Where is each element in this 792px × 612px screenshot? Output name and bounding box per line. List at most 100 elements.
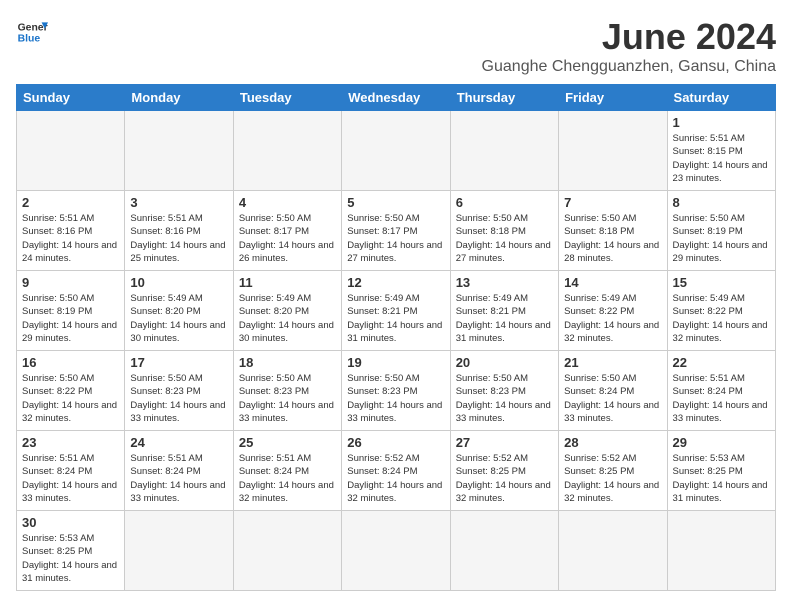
calendar-week-4: 16 Sunrise: 5:50 AM Sunset: 8:22 PM Dayli… bbox=[17, 351, 776, 431]
day-number: 7 bbox=[564, 195, 661, 210]
day-number: 22 bbox=[673, 355, 770, 370]
calendar-cell: 28 Sunrise: 5:52 AM Sunset: 8:25 PM Dayli… bbox=[559, 431, 667, 511]
day-number: 3 bbox=[130, 195, 227, 210]
day-number: 4 bbox=[239, 195, 336, 210]
calendar-cell: 16 Sunrise: 5:50 AM Sunset: 8:22 PM Dayli… bbox=[17, 351, 125, 431]
calendar-cell: 19Sunrise: 5:50 AM Sunset: 8:23 PM Dayli… bbox=[342, 351, 450, 431]
calendar-cell: 25 Sunrise: 5:51 AM Sunset: 8:24 PM Dayli… bbox=[233, 431, 341, 511]
weekday-header-saturday: Saturday bbox=[667, 85, 775, 111]
weekday-header-row: SundayMondayTuesdayWednesdayThursdayFrid… bbox=[17, 85, 776, 111]
calendar-cell: 26 Sunrise: 5:52 AM Sunset: 8:24 PM Dayli… bbox=[342, 431, 450, 511]
day-number: 21 bbox=[564, 355, 661, 370]
calendar-table: SundayMondayTuesdayWednesdayThursdayFrid… bbox=[16, 84, 776, 591]
day-info: Sunrise: 5:51 AM Sunset: 8:24 PM Dayligh… bbox=[239, 452, 336, 505]
day-info: Sunrise: 5:49 AM Sunset: 8:22 PM Dayligh… bbox=[564, 292, 661, 345]
calendar-week-2: 2Sunrise: 5:51 AM Sunset: 8:16 PM Daylig… bbox=[17, 191, 776, 271]
day-info: Sunrise: 5:49 AM Sunset: 8:20 PM Dayligh… bbox=[239, 292, 336, 345]
calendar-cell: 2Sunrise: 5:51 AM Sunset: 8:16 PM Daylig… bbox=[17, 191, 125, 271]
calendar-cell: 1 Sunrise: 5:51 AM Sunset: 8:15 PM Daylig… bbox=[667, 111, 775, 191]
day-info: Sunrise: 5:50 AM Sunset: 8:17 PM Dayligh… bbox=[347, 212, 444, 265]
day-number: 5 bbox=[347, 195, 444, 210]
calendar-cell: 3Sunrise: 5:51 AM Sunset: 8:16 PM Daylig… bbox=[125, 191, 233, 271]
day-info: Sunrise: 5:53 AM Sunset: 8:25 PM Dayligh… bbox=[22, 532, 119, 585]
day-info: Sunrise: 5:50 AM Sunset: 8:23 PM Dayligh… bbox=[347, 372, 444, 425]
calendar-cell: 21Sunrise: 5:50 AM Sunset: 8:24 PM Dayli… bbox=[559, 351, 667, 431]
calendar-cell: 8Sunrise: 5:50 AM Sunset: 8:19 PM Daylig… bbox=[667, 191, 775, 271]
day-number: 11 bbox=[239, 275, 336, 290]
generalblue-icon: General Blue bbox=[16, 16, 48, 48]
calendar-cell: 10 Sunrise: 5:49 AM Sunset: 8:20 PM Dayli… bbox=[125, 271, 233, 351]
day-info: Sunrise: 5:50 AM Sunset: 8:19 PM Dayligh… bbox=[673, 212, 770, 265]
calendar-cell bbox=[559, 111, 667, 191]
calendar-cell bbox=[125, 111, 233, 191]
day-number: 18 bbox=[239, 355, 336, 370]
calendar-cell bbox=[450, 511, 558, 591]
weekday-header-tuesday: Tuesday bbox=[233, 85, 341, 111]
calendar-cell: 15Sunrise: 5:49 AM Sunset: 8:22 PM Dayli… bbox=[667, 271, 775, 351]
calendar-cell: 22Sunrise: 5:51 AM Sunset: 8:24 PM Dayli… bbox=[667, 351, 775, 431]
day-info: Sunrise: 5:50 AM Sunset: 8:18 PM Dayligh… bbox=[564, 212, 661, 265]
day-number: 24 bbox=[130, 435, 227, 450]
day-info: Sunrise: 5:49 AM Sunset: 8:20 PM Dayligh… bbox=[130, 292, 227, 345]
calendar-cell bbox=[342, 511, 450, 591]
calendar-cell bbox=[559, 511, 667, 591]
calendar-cell: 11 Sunrise: 5:49 AM Sunset: 8:20 PM Dayli… bbox=[233, 271, 341, 351]
day-number: 28 bbox=[564, 435, 661, 450]
day-number: 25 bbox=[239, 435, 336, 450]
calendar-cell bbox=[342, 111, 450, 191]
day-number: 27 bbox=[456, 435, 553, 450]
day-number: 29 bbox=[673, 435, 770, 450]
day-number: 17 bbox=[130, 355, 227, 370]
weekday-header-thursday: Thursday bbox=[450, 85, 558, 111]
calendar-cell bbox=[450, 111, 558, 191]
day-info: Sunrise: 5:51 AM Sunset: 8:24 PM Dayligh… bbox=[130, 452, 227, 505]
title-block: June 2024 Guanghe Chengguanzhen, Gansu, … bbox=[482, 16, 776, 76]
calendar-cell: 13 Sunrise: 5:49 AM Sunset: 8:21 PM Dayli… bbox=[450, 271, 558, 351]
day-number: 23 bbox=[22, 435, 119, 450]
calendar-cell: 7 Sunrise: 5:50 AM Sunset: 8:18 PM Daylig… bbox=[559, 191, 667, 271]
day-info: Sunrise: 5:50 AM Sunset: 8:23 PM Dayligh… bbox=[239, 372, 336, 425]
day-number: 12 bbox=[347, 275, 444, 290]
day-info: Sunrise: 5:49 AM Sunset: 8:21 PM Dayligh… bbox=[347, 292, 444, 345]
calendar-cell bbox=[233, 111, 341, 191]
day-number: 13 bbox=[456, 275, 553, 290]
day-number: 30 bbox=[22, 515, 119, 530]
day-info: Sunrise: 5:49 AM Sunset: 8:21 PM Dayligh… bbox=[456, 292, 553, 345]
calendar-week-1: 1 Sunrise: 5:51 AM Sunset: 8:15 PM Daylig… bbox=[17, 111, 776, 191]
calendar-cell: 30 Sunrise: 5:53 AM Sunset: 8:25 PM Dayli… bbox=[17, 511, 125, 591]
calendar-cell: 20 Sunrise: 5:50 AM Sunset: 8:23 PM Dayli… bbox=[450, 351, 558, 431]
day-info: Sunrise: 5:49 AM Sunset: 8:22 PM Dayligh… bbox=[673, 292, 770, 345]
calendar-cell bbox=[233, 511, 341, 591]
weekday-header-wednesday: Wednesday bbox=[342, 85, 450, 111]
day-info: Sunrise: 5:50 AM Sunset: 8:18 PM Dayligh… bbox=[456, 212, 553, 265]
calendar-cell: 29Sunrise: 5:53 AM Sunset: 8:25 PM Dayli… bbox=[667, 431, 775, 511]
calendar-cell: 23 Sunrise: 5:51 AM Sunset: 8:24 PM Dayli… bbox=[17, 431, 125, 511]
day-info: Sunrise: 5:51 AM Sunset: 8:24 PM Dayligh… bbox=[22, 452, 119, 505]
day-info: Sunrise: 5:51 AM Sunset: 8:16 PM Dayligh… bbox=[22, 212, 119, 265]
day-number: 16 bbox=[22, 355, 119, 370]
weekday-header-sunday: Sunday bbox=[17, 85, 125, 111]
weekday-header-monday: Monday bbox=[125, 85, 233, 111]
day-info: Sunrise: 5:52 AM Sunset: 8:25 PM Dayligh… bbox=[456, 452, 553, 505]
calendar-cell: 24 Sunrise: 5:51 AM Sunset: 8:24 PM Dayli… bbox=[125, 431, 233, 511]
day-number: 20 bbox=[456, 355, 553, 370]
month-title: June 2024 bbox=[482, 16, 776, 58]
day-number: 26 bbox=[347, 435, 444, 450]
header: General Blue June 2024 Guanghe Chengguan… bbox=[16, 16, 776, 76]
day-number: 9 bbox=[22, 275, 119, 290]
location-subtitle: Guanghe Chengguanzhen, Gansu, China bbox=[482, 58, 776, 76]
day-number: 6 bbox=[456, 195, 553, 210]
day-info: Sunrise: 5:50 AM Sunset: 8:23 PM Dayligh… bbox=[130, 372, 227, 425]
logo: General Blue bbox=[16, 16, 48, 48]
calendar-cell: 6 Sunrise: 5:50 AM Sunset: 8:18 PM Daylig… bbox=[450, 191, 558, 271]
calendar-cell: 5 Sunrise: 5:50 AM Sunset: 8:17 PM Daylig… bbox=[342, 191, 450, 271]
day-info: Sunrise: 5:52 AM Sunset: 8:25 PM Dayligh… bbox=[564, 452, 661, 505]
calendar-cell: 12 Sunrise: 5:49 AM Sunset: 8:21 PM Dayli… bbox=[342, 271, 450, 351]
day-info: Sunrise: 5:52 AM Sunset: 8:24 PM Dayligh… bbox=[347, 452, 444, 505]
day-info: Sunrise: 5:50 AM Sunset: 8:17 PM Dayligh… bbox=[239, 212, 336, 265]
day-number: 1 bbox=[673, 115, 770, 130]
day-info: Sunrise: 5:50 AM Sunset: 8:22 PM Dayligh… bbox=[22, 372, 119, 425]
day-number: 10 bbox=[130, 275, 227, 290]
day-info: Sunrise: 5:50 AM Sunset: 8:23 PM Dayligh… bbox=[456, 372, 553, 425]
day-info: Sunrise: 5:51 AM Sunset: 8:15 PM Dayligh… bbox=[673, 132, 770, 185]
